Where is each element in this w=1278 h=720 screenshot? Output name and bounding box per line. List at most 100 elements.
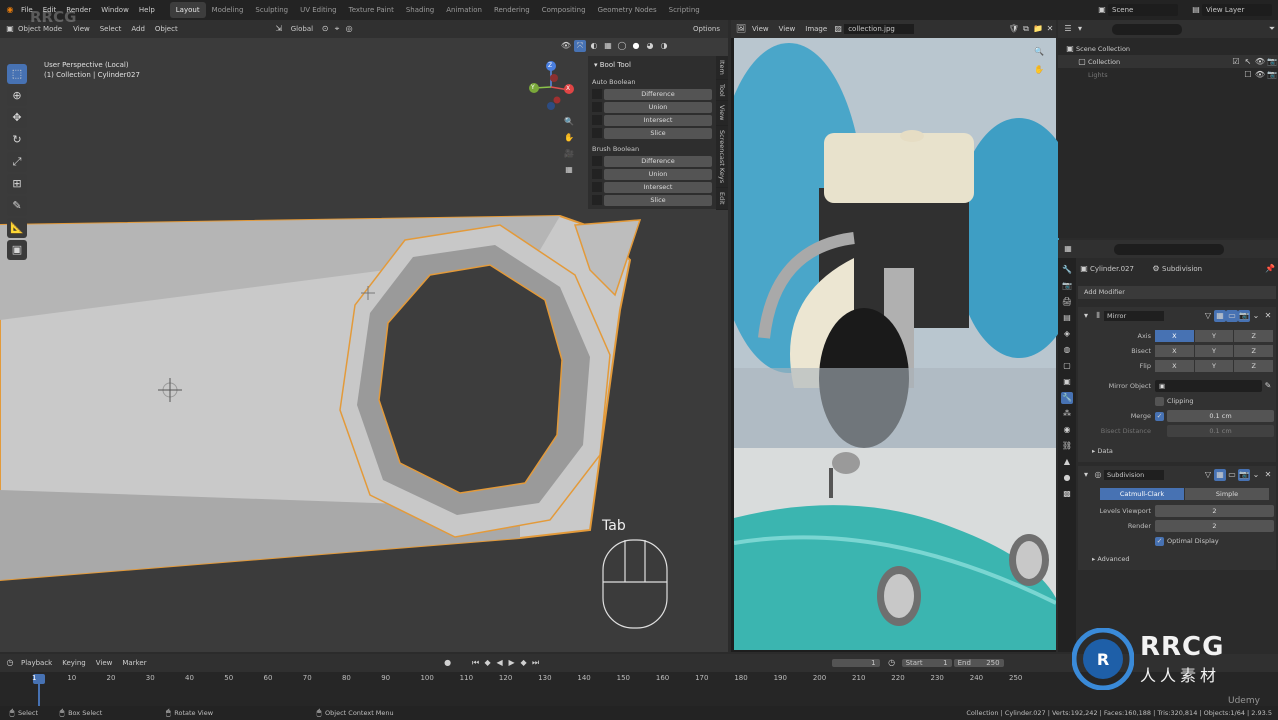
timeline-menu-marker[interactable]: Marker: [117, 659, 151, 667]
zoom-icon[interactable]: 🔍: [563, 116, 575, 128]
zoom-icon[interactable]: 🔍: [1033, 46, 1045, 58]
editor-type-icon[interactable]: 🖼: [735, 23, 747, 35]
image-editor[interactable]: 🖼 View View Image ▨ collection.jpg 🛡 ⧉ 📁…: [731, 20, 1059, 652]
tab-rendering[interactable]: Rendering: [488, 2, 536, 18]
shading-rendered-icon[interactable]: ◑: [658, 40, 670, 52]
filter-icon[interactable]: ⏷: [1266, 23, 1278, 35]
world-tab-icon[interactable]: ◍: [1061, 344, 1073, 356]
duplicate-icon[interactable]: ⧉: [1020, 23, 1032, 35]
tab-compositing[interactable]: Compositing: [536, 2, 592, 18]
mirror-name-field[interactable]: Mirror: [1104, 311, 1164, 321]
expand-arrow-icon[interactable]: ▾: [1080, 469, 1092, 481]
play-reverse-icon[interactable]: ◀: [494, 657, 506, 669]
gizmo-toggle-icon[interactable]: ⤧: [574, 40, 586, 52]
view-layer-selector[interactable]: View Layer: [1202, 4, 1272, 16]
outliner-lights[interactable]: Lights ☐ 👁 📷: [1058, 68, 1278, 81]
menu-window[interactable]: Window: [96, 6, 134, 14]
auto-slice-button[interactable]: Slice: [592, 127, 712, 139]
image-filename-field[interactable]: collection.jpg: [844, 24, 915, 34]
material-tab-icon[interactable]: ●: [1061, 472, 1073, 484]
object-tab-icon[interactable]: ▣: [1061, 376, 1073, 388]
optimal-display-checkbox[interactable]: ✓: [1155, 536, 1164, 546]
viewport-menu-object[interactable]: Object: [150, 25, 183, 33]
play-icon[interactable]: ▶: [506, 657, 518, 669]
clock-icon[interactable]: ◷: [886, 657, 898, 669]
tab-screencast-keys[interactable]: Screencast Keys: [716, 126, 728, 188]
data-subpanel[interactable]: ▸ Data: [1080, 444, 1274, 458]
jump-start-icon[interactable]: ⏮: [470, 657, 482, 669]
snap-icon[interactable]: ⌖: [331, 23, 343, 35]
display-mode-icon[interactable]: ▾: [1074, 23, 1086, 35]
particles-tab-icon[interactable]: ⁂: [1061, 408, 1073, 420]
brush-union-button[interactable]: Union: [592, 168, 712, 180]
levels-viewport-field[interactable]: 2: [1155, 505, 1274, 517]
bisect-z-toggle[interactable]: Z: [1234, 345, 1274, 357]
auto-intersect-button[interactable]: Intersect: [592, 114, 712, 126]
overlays-icon[interactable]: ◐: [588, 40, 600, 52]
render-tab-icon[interactable]: 📷: [1061, 280, 1073, 292]
camera-view-icon[interactable]: 🎥: [563, 148, 575, 160]
merge-checkbox[interactable]: ✓: [1155, 411, 1164, 421]
bisect-distance-field[interactable]: 0.1 cm: [1167, 425, 1274, 437]
eyedropper-icon[interactable]: ✎: [1262, 380, 1274, 392]
flip-y-toggle[interactable]: Y: [1194, 360, 1234, 372]
view-layer-tab-icon[interactable]: ▤: [1061, 312, 1073, 324]
catmull-clark-option[interactable]: Catmull-Clark: [1100, 488, 1184, 500]
measure-tool-icon[interactable]: 📐: [7, 218, 27, 238]
fake-user-icon[interactable]: 🛡: [1008, 23, 1020, 35]
tab-view[interactable]: View: [716, 101, 728, 126]
dropdown-icon[interactable]: ⌄: [1250, 469, 1262, 481]
menu-help[interactable]: Help: [134, 6, 160, 14]
ortho-toggle-icon[interactable]: ▦: [563, 164, 575, 176]
axis-x-toggle[interactable]: X: [1155, 330, 1194, 342]
tab-sculpting[interactable]: Sculpting: [249, 2, 294, 18]
close-icon[interactable]: ✕: [1044, 23, 1056, 35]
annotate-tool-icon[interactable]: ✎: [7, 196, 27, 216]
tab-shading[interactable]: Shading: [400, 2, 440, 18]
blender-logo-icon[interactable]: ◉: [4, 4, 16, 16]
timeline-menu-keying[interactable]: Keying: [57, 659, 91, 667]
cage-toggle-icon[interactable]: ▦: [1214, 310, 1226, 322]
advanced-subpanel[interactable]: ▸ Advanced: [1080, 552, 1274, 566]
outliner-collection[interactable]: ▢ Collection ☑ ↖ 👁 📷: [1058, 55, 1278, 68]
output-tab-icon[interactable]: 🖨: [1061, 296, 1073, 308]
cage-toggle-icon[interactable]: ▦: [1214, 469, 1226, 481]
select-arrow-icon[interactable]: ↖: [1242, 56, 1254, 68]
timeline-menu-playback[interactable]: Playback: [16, 659, 57, 667]
tab-uv-editing[interactable]: UV Editing: [294, 2, 343, 18]
auto-difference-button[interactable]: Difference: [592, 88, 712, 100]
properties-search-input[interactable]: [1114, 243, 1224, 255]
tab-texture-paint[interactable]: Texture Paint: [343, 2, 400, 18]
tool-tab-icon[interactable]: 🔧: [1061, 264, 1073, 276]
merge-distance-field[interactable]: 0.1 cm: [1167, 410, 1274, 422]
clipping-row[interactable]: Clipping: [1080, 394, 1274, 408]
remove-modifier-icon[interactable]: ✕: [1262, 469, 1274, 481]
pan-hand-icon[interactable]: ✋: [1033, 64, 1045, 76]
checkbox-icon[interactable]: ☐: [1242, 69, 1254, 81]
mirror-object-field[interactable]: ▣: [1155, 380, 1262, 392]
proportional-edit-icon[interactable]: ◎: [343, 23, 355, 35]
editor-type-icon[interactable]: ◷: [4, 657, 16, 669]
constraints-tab-icon[interactable]: ⛓: [1061, 440, 1073, 452]
folder-icon[interactable]: 📁: [1032, 23, 1044, 35]
visibility-icon[interactable]: 👁: [560, 40, 572, 52]
edit-mode-toggle-icon[interactable]: ▽: [1202, 310, 1214, 322]
transform-tool-icon[interactable]: ⊞: [7, 174, 27, 194]
editor-type-icon[interactable]: ▦: [1062, 243, 1074, 255]
brush-slice-button[interactable]: Slice: [592, 194, 712, 206]
render-toggle-icon[interactable]: 📷: [1238, 469, 1250, 481]
end-frame-field[interactable]: End 250: [953, 659, 1004, 667]
xray-icon[interactable]: ▦: [602, 40, 614, 52]
outliner-search-input[interactable]: [1112, 23, 1182, 35]
add-modifier-button[interactable]: Add Modifier: [1078, 286, 1276, 299]
data-tab-icon[interactable]: ▲: [1061, 456, 1073, 468]
shading-material-icon[interactable]: ◕: [644, 40, 656, 52]
eye-closed-icon[interactable]: 👁: [1254, 69, 1266, 81]
flip-x-toggle[interactable]: X: [1155, 360, 1194, 372]
jump-end-icon[interactable]: ⏭: [530, 657, 542, 669]
expand-arrow-icon[interactable]: ▾: [1080, 310, 1092, 322]
realtime-toggle-icon[interactable]: ▭: [1226, 469, 1238, 481]
checkbox-icon[interactable]: ☑: [1230, 56, 1242, 68]
next-keyframe-icon[interactable]: ◆: [518, 657, 530, 669]
navigation-gizmo[interactable]: Z X Y: [522, 58, 580, 116]
